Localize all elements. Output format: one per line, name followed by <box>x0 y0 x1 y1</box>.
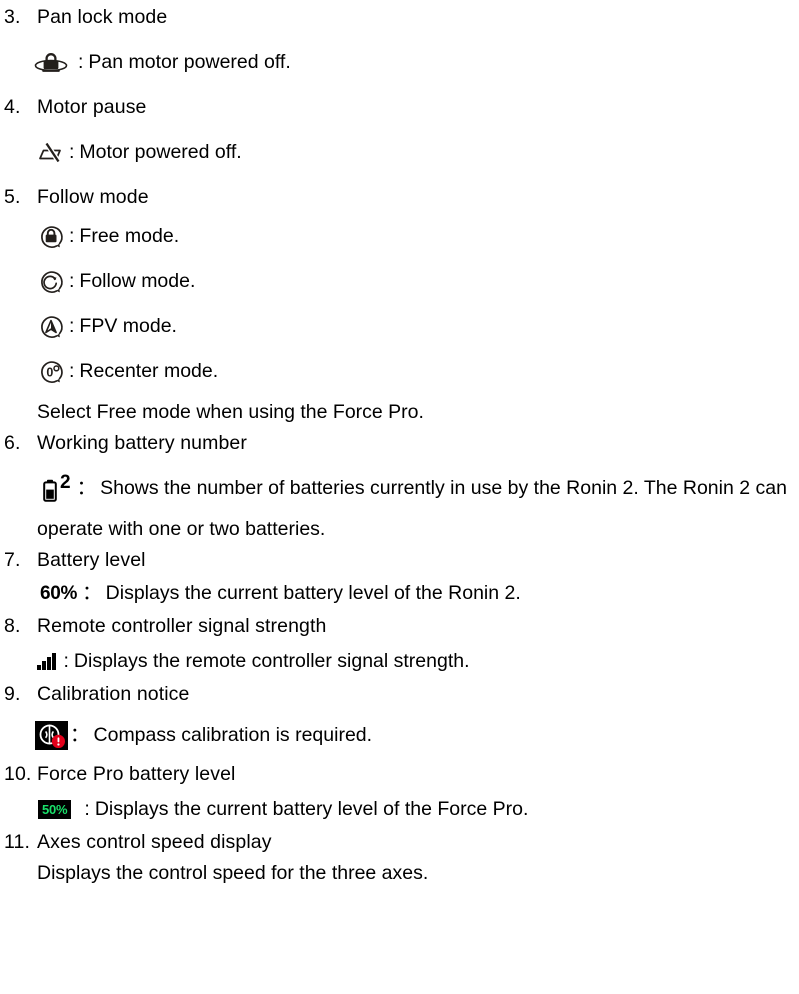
entry-separator: : <box>69 225 75 247</box>
pan-lock-icon <box>34 50 68 76</box>
list-item-9: 9. Calibration notice <box>0 679 799 710</box>
list-title: Calibration notice <box>37 683 190 705</box>
entry-text: Displays the current battery level of th… <box>105 582 521 604</box>
list-title: Force Pro battery level <box>37 763 236 785</box>
entry-motor-pause: : Motor powered off. <box>0 137 799 168</box>
battery-count-label: 2 <box>60 471 71 493</box>
entry-force-pro-battery: 50% : Displays the current battery level… <box>0 794 799 825</box>
entry-calibration-notice: ： Compass calibration is required. <box>0 720 799 751</box>
list-item-4: 4. Motor pause <box>0 92 799 123</box>
force-pro-battery-badge: 50% <box>38 800 72 819</box>
list-title: Battery level <box>37 549 146 571</box>
list-number: 7. <box>4 549 21 571</box>
list-item-6: 6. Working battery number <box>0 428 799 459</box>
entry-follow-mode: : Follow mode. <box>0 266 799 297</box>
signal-strength-icon <box>37 653 56 670</box>
entry-free-mode: : Free mode. <box>0 221 799 252</box>
list-title: Follow mode <box>37 186 149 208</box>
list-number: 11. <box>4 831 30 853</box>
list-number: 3. <box>4 6 21 28</box>
list-item-5: 5. Follow mode <box>0 182 799 213</box>
entry-working-battery-number: 2 ： Shows the number of batteries curren… <box>0 473 799 504</box>
entry-separator: ： <box>82 582 102 604</box>
list-title: Working battery number <box>37 432 247 454</box>
battery-percent-text: 60% <box>40 583 78 604</box>
entry-text: FPV mode. <box>79 315 177 337</box>
note-axes-control: Displays the control speed for the three… <box>37 862 429 884</box>
entry-separator: : <box>84 798 90 820</box>
entry-signal-strength: : Displays the remote controller signal … <box>0 646 799 677</box>
entry-separator: : <box>69 360 75 382</box>
list-item-7: 7. Battery level <box>0 545 799 576</box>
svg-text:0: 0 <box>46 365 53 379</box>
document-page: 3. Pan lock mode : Pan motor powered off… <box>0 0 799 994</box>
entry-pan-lock: : Pan motor powered off. <box>0 47 799 78</box>
entry-text: Compass calibration is required. <box>93 724 373 746</box>
list-item-11: 11. Axes control speed display <box>0 827 799 858</box>
continuation-working-battery: operate with one or two batteries. <box>37 518 326 540</box>
recenter-mode-icon: 0 <box>36 357 66 387</box>
entry-recenter-mode: 0 : Recenter mode. <box>0 356 799 387</box>
list-number: 5. <box>4 186 21 208</box>
entry-text: Displays the current battery level of th… <box>94 798 529 820</box>
list-number: 9. <box>4 683 21 705</box>
list-number: 10. <box>4 763 32 785</box>
list-title: Remote controller signal strength <box>37 615 327 637</box>
list-number: 4. <box>4 96 21 118</box>
entry-separator: : <box>69 315 75 337</box>
entry-text: Follow mode. <box>79 270 196 292</box>
entry-separator: ： <box>70 724 90 746</box>
document-body: 3. Pan lock mode : Pan motor powered off… <box>0 0 799 889</box>
entry-text: Recenter mode. <box>79 360 219 382</box>
list-number: 6. <box>4 432 21 454</box>
list-number: 8. <box>4 615 21 637</box>
entry-separator: : <box>69 270 75 292</box>
entry-text: Pan motor powered off. <box>88 51 291 73</box>
battery-count-icon: 2 <box>42 471 71 503</box>
list-title: Motor pause <box>37 96 147 118</box>
entry-separator: : <box>63 650 69 672</box>
entry-text: Shows the number of batteries currently … <box>100 477 787 499</box>
motor-off-icon <box>37 140 64 165</box>
entry-text: Displays the remote controller signal st… <box>73 650 470 672</box>
note-follow-mode: Select Free mode when using the Force Pr… <box>37 401 424 423</box>
entry-fpv-mode: : FPV mode. <box>0 311 799 342</box>
entry-battery-level: 60% ： Displays the current battery level… <box>0 578 799 609</box>
entry-separator: : <box>69 141 75 163</box>
entry-separator: : <box>78 51 84 73</box>
fpv-mode-icon <box>36 312 66 342</box>
list-item-10: 10. Force Pro battery level <box>0 759 799 790</box>
compass-calibration-icon <box>35 721 68 750</box>
entry-separator: ： <box>76 477 97 499</box>
entry-text: Motor powered off. <box>79 141 242 163</box>
follow-mode-icon <box>36 267 66 297</box>
entry-text: Free mode. <box>79 225 180 247</box>
free-mode-icon <box>36 222 66 252</box>
list-title: Axes control speed display <box>37 831 272 853</box>
list-item-8: 8. Remote controller signal strength <box>0 611 799 642</box>
list-title: Pan lock mode <box>37 6 168 28</box>
list-item-3: 3. Pan lock mode <box>0 2 799 33</box>
